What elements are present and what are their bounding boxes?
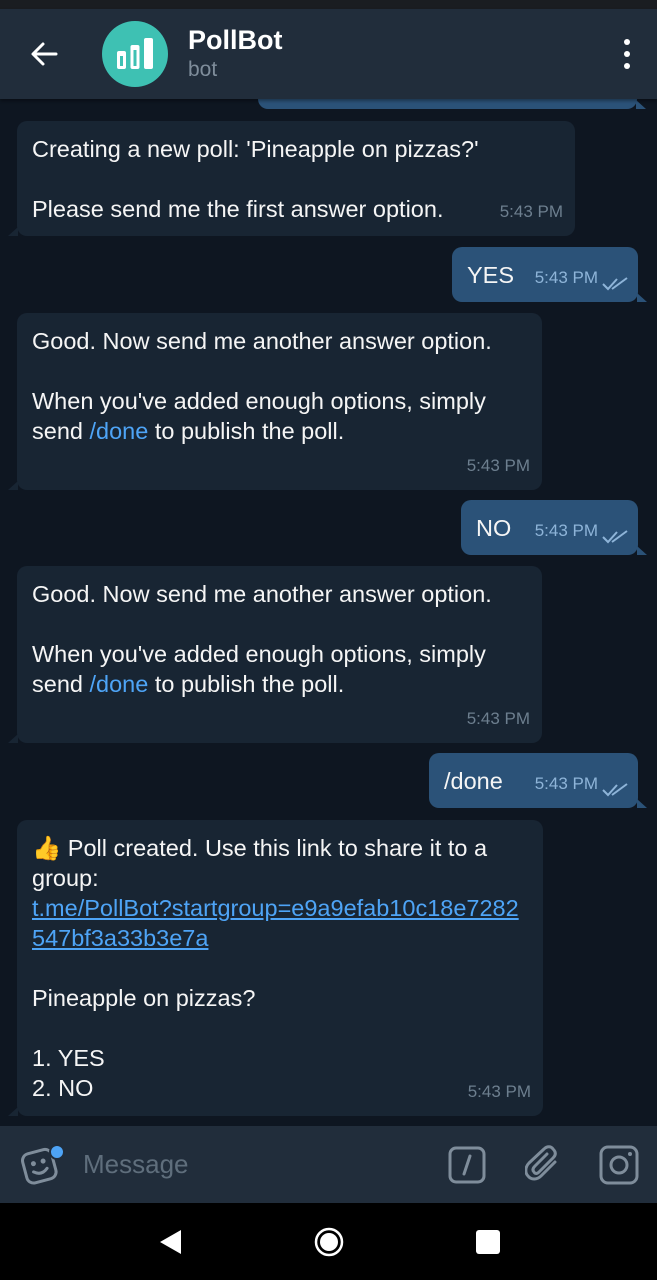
- sticker-button[interactable]: [0, 1126, 80, 1203]
- nav-home-button[interactable]: [299, 1212, 359, 1272]
- message-input[interactable]: [80, 1149, 429, 1180]
- message-text: Good. Now send me another answer option.…: [32, 581, 493, 697]
- message-time: 5:43 PM: [499, 202, 563, 221]
- message-text: Good. Now send me another answer option.…: [32, 328, 493, 444]
- more-vertical-icon: [624, 36, 630, 72]
- attach-button[interactable]: [505, 1126, 581, 1203]
- bot-command-link[interactable]: /done: [90, 671, 149, 697]
- bot-command-icon: [448, 1146, 486, 1183]
- camera-button[interactable]: [581, 1126, 657, 1203]
- share-link[interactable]: t.me/PollBot?startgroup=e9a9efab10c18e72…: [32, 893, 527, 953]
- message-list[interactable]: Creating a new poll: 'Pineapple on pizza…: [0, 99, 657, 1126]
- message-incoming[interactable]: Creating a new poll: 'Pineapple on pizza…: [8, 121, 575, 236]
- message-incoming[interactable]: Good. Now send me another answer option.…: [8, 313, 542, 490]
- back-button[interactable]: [0, 9, 88, 99]
- system-nav-bar: [0, 1203, 657, 1280]
- thumbs-up-emoji: 👍: [32, 835, 62, 861]
- message-outgoing[interactable]: NO 5:43 PM: [461, 500, 647, 555]
- message-incoming[interactable]: 👍 Poll created. Use this link to share i…: [8, 820, 543, 1116]
- camera-icon: [599, 1145, 639, 1184]
- status-bar: [0, 0, 657, 9]
- chat-header: PollBot bot: [0, 9, 657, 99]
- bot-command-button[interactable]: [429, 1126, 505, 1203]
- chat-title-block[interactable]: PollBot bot: [188, 24, 597, 84]
- message-time: 5:43 PM: [534, 268, 598, 287]
- message-time: 5:43 PM: [534, 774, 598, 793]
- notification-dot: [49, 1144, 65, 1160]
- recents-square-icon: [475, 1229, 500, 1254]
- read-checkmarks-icon: [602, 530, 628, 544]
- home-circle-icon: [314, 1227, 343, 1256]
- message-outgoing[interactable]: YES 5:43 PM: [452, 247, 647, 302]
- message-time: 5:43 PM: [466, 456, 530, 475]
- message-time: 5:43 PM: [466, 709, 530, 728]
- chat-subtitle: bot: [188, 58, 218, 81]
- poll-chart-icon: [117, 38, 153, 69]
- bot-command-link[interactable]: /done: [90, 418, 149, 444]
- message-text: 👍 Poll created. Use this link to share i…: [17, 820, 543, 1103]
- chat-title: PollBot: [188, 25, 283, 55]
- message-incoming[interactable]: Good. Now send me another answer option.…: [8, 566, 542, 743]
- avatar[interactable]: [102, 21, 168, 87]
- message-outgoing[interactable]: /done 5:43 PM: [429, 753, 647, 808]
- nav-back-button[interactable]: [140, 1212, 200, 1272]
- message-time: 5:43 PM: [467, 1082, 531, 1101]
- message-text: Creating a new poll: 'Pineapple on pizza…: [32, 136, 479, 222]
- message-outgoing-partial: [258, 99, 646, 109]
- read-checkmarks-icon: [602, 277, 628, 291]
- paperclip-icon: [525, 1144, 557, 1180]
- arrow-left-icon: [31, 42, 58, 66]
- back-triangle-icon: [159, 1229, 181, 1254]
- message-time: 5:43 PM: [534, 521, 598, 540]
- more-menu-button[interactable]: [597, 9, 657, 99]
- nav-recents-button[interactable]: [458, 1212, 518, 1272]
- read-checkmarks-icon: [602, 783, 628, 797]
- message-composer: [0, 1126, 657, 1203]
